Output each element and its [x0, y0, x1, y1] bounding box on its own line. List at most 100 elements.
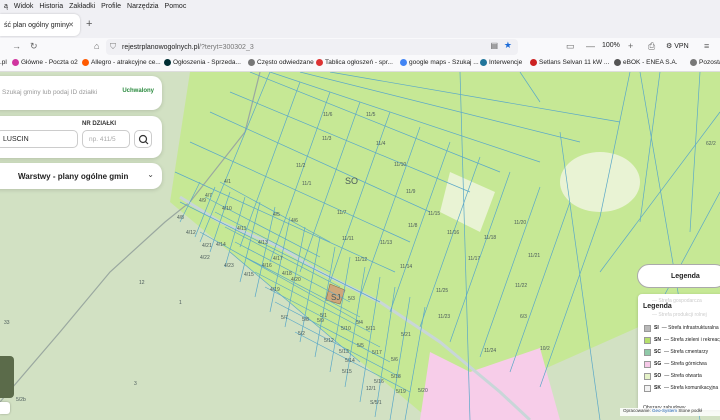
legend-label: — Strefa infrastrukturalna: [661, 325, 719, 331]
menu-item-profiles[interactable]: Profile: [101, 3, 121, 10]
home-icon[interactable]: ⌂: [94, 41, 99, 51]
parcel-label: 11/4: [376, 141, 386, 147]
zone-sj-label: SJ: [331, 293, 340, 302]
legend-swatch: [644, 336, 651, 344]
bookmark-favicon-icon: [614, 59, 621, 66]
new-tab-icon[interactable]: +: [86, 18, 92, 30]
basemap-thumbnail[interactable]: [0, 356, 14, 398]
menu-item-1[interactable]: ą: [4, 3, 8, 10]
zoom-out-icon[interactable]: —: [586, 41, 595, 51]
menu-icon[interactable]: ≡: [704, 41, 709, 51]
bookmark-item[interactable]: .pl: [0, 59, 7, 66]
layers-label: Warstwy - plany ogólne gmin: [18, 172, 129, 181]
bookmark-item[interactable]: Często odwiedzane: [248, 59, 314, 66]
bookmark-item[interactable]: Tablica ogłoszeń - spr...: [316, 59, 393, 66]
legend-swatch: [644, 384, 651, 392]
legend-tab[interactable]: Legenda: [637, 264, 720, 288]
parcel-label: 5/2: [298, 331, 305, 337]
parcel-label: 11/1: [302, 181, 312, 187]
parcel-label: 11/16: [447, 230, 459, 236]
parcel-label: 5/6: [391, 357, 398, 363]
bookmark-item[interactable]: Ogłoszenia - Sprzeda...: [164, 59, 241, 66]
legend-swatch: [644, 360, 651, 368]
menu-item-tools[interactable]: Narzędzia: [127, 3, 159, 10]
bookmark-item[interactable]: Główne - Poczta o2: [12, 59, 78, 66]
bookmark-favicon-icon: [530, 59, 537, 66]
parcel-label: 11/8: [408, 223, 418, 229]
parcel-label: 4/19: [270, 287, 280, 293]
parcel-label: 11/22: [515, 283, 527, 289]
url-domain: rejestrplanowogolnych.pl: [122, 43, 200, 51]
vpn-button[interactable]: ⚙ VPN: [666, 42, 689, 50]
pocket-icon[interactable]: ▭: [566, 41, 575, 52]
print-icon[interactable]: ⎙: [648, 41, 655, 52]
legend-item: SC — Strefa cmentarzy: [644, 348, 708, 356]
parcel-label: 4/8: [177, 215, 184, 221]
attribution-b[interactable]: Geo-System: [652, 408, 677, 413]
parcel-label: 5/14: [345, 358, 355, 364]
tab-active[interactable]: ść plan ogólny gminy ✕: [0, 14, 80, 36]
bookmark-favicon-icon: [164, 59, 171, 66]
reader-icon[interactable]: ▤: [490, 41, 498, 50]
parcel-label: 6/3: [520, 314, 527, 320]
menu-item-help[interactable]: Pomoc: [165, 3, 187, 10]
attribution-c: Stone podkł: [678, 408, 703, 413]
menu-item-history[interactable]: Historia: [39, 3, 63, 10]
menu-item-view[interactable]: Widok: [14, 3, 33, 10]
parcel-label: 11/6: [323, 112, 333, 118]
bookmark-item[interactable]: eBOK - ENEA S.A.: [614, 59, 678, 66]
search-input[interactable]: Szukaj gminy lub podaj ID działki: [2, 89, 97, 96]
forward-icon[interactable]: →: [12, 41, 21, 51]
legend-faint-row: — Strefa produkcji rolnej: [652, 312, 707, 318]
bookmark-label: Często odwiedzane: [257, 59, 314, 66]
parcel-label: 5/18: [391, 374, 401, 380]
parcel-number-field[interactable]: np. 411/5: [82, 130, 130, 148]
parcel-label: 11/21: [528, 253, 540, 259]
parcel-label: 11/25: [436, 288, 448, 294]
menu-item-bookmarks[interactable]: Zakładki: [69, 3, 95, 10]
zoom-level[interactable]: 100%: [602, 42, 620, 49]
parcel-label: 5/5: [357, 343, 364, 349]
parcel-label: 4/22: [200, 255, 210, 261]
parcel-label: 11/12: [355, 257, 367, 263]
shield-icon[interactable]: ⛉: [110, 42, 116, 52]
bookmark-item[interactable]: Interwencje: [480, 59, 522, 66]
locate-button[interactable]: [0, 402, 10, 414]
parcel-label: 11/7: [337, 210, 347, 216]
bookmark-item[interactable]: google maps - Szukaj ...: [400, 59, 479, 66]
layers-panel[interactable]: Warstwy - plany ogólne gmin ⌄: [0, 163, 162, 189]
bookmark-item[interactable]: Allegro - atrakcyjne ce...: [82, 59, 161, 66]
legend-label: — Strefa otwarta: [664, 373, 702, 379]
parcel-label: 4/14: [216, 242, 226, 248]
parcel-label: 5/9: [317, 318, 324, 324]
bookmark-favicon-icon: [12, 59, 19, 66]
bookmark-item[interactable]: Pozosta: [690, 59, 720, 66]
parcel-label: 62/2: [706, 141, 716, 147]
star-icon[interactable]: ★: [504, 40, 512, 51]
bookmark-label: Tablica ogłoszeń - spr...: [325, 59, 393, 66]
legend-title: Legenda: [643, 303, 672, 310]
url-bar[interactable]: ⛉ rejestrplanowogolnych.pl/?teryt=300302…: [106, 39, 518, 55]
gmina-field[interactable]: LUSCIN: [0, 130, 78, 148]
parcel-label: 3: [134, 381, 137, 387]
tab-title: ść plan ogólny gminy: [4, 21, 70, 29]
search-button[interactable]: [134, 130, 152, 148]
parcel-label: 4/5: [273, 212, 280, 218]
zoom-in-icon[interactable]: +: [628, 41, 633, 51]
legend-label: — Strefa komunikacyjna: [663, 385, 719, 391]
legend-item: SK — Strefa komunikacyjna: [644, 384, 718, 392]
legend-label: — Strefa cmentarzy: [663, 349, 709, 355]
bookmark-label: Setlans Selvan 11 kW ...: [539, 59, 610, 66]
close-icon[interactable]: ✕: [68, 21, 74, 29]
parcel-label: 5/8: [302, 317, 309, 323]
bookmark-favicon-icon: [480, 59, 487, 66]
bookmark-favicon-icon: [690, 59, 697, 66]
bookmark-item[interactable]: Setlans Selvan 11 kW ...: [530, 59, 609, 66]
status-badge[interactable]: Uchwalony: [122, 88, 154, 94]
bookmark-label: eBOK - ENEA S.A.: [623, 59, 678, 66]
search-icon: [138, 134, 149, 145]
menu-bar: ą Widok Historia Zakładki Profile Narzęd…: [0, 0, 720, 12]
parcel-panel: NR DZIAŁKI LUSCIN np. 411/5: [0, 116, 162, 158]
reload-icon[interactable]: ↻: [30, 41, 38, 52]
legend-item: SI — Strefa infrastrukturalna: [644, 324, 719, 332]
